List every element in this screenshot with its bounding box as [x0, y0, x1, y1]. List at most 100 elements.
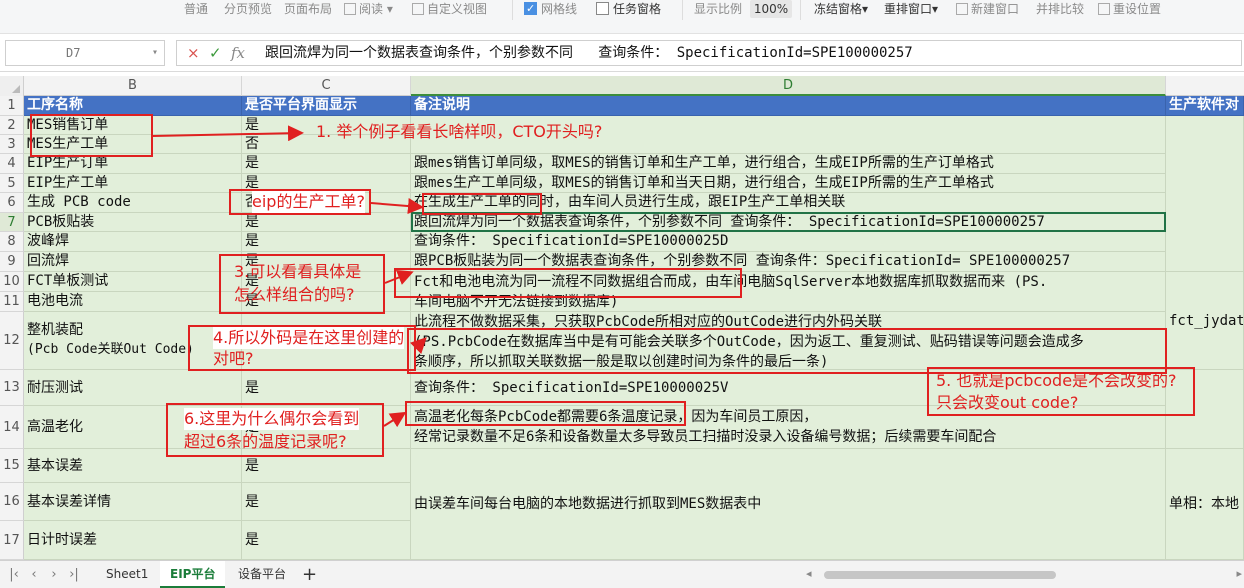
chevron-down-icon[interactable]: ▾	[152, 41, 158, 65]
confirm-edit-icon[interactable]: ✓	[209, 41, 222, 65]
cell-e10[interactable]: fct_jydata	[1166, 272, 1244, 370]
row-header[interactable]: 2	[0, 116, 24, 135]
cell-b3[interactable]: MES生产工单	[24, 135, 242, 154]
row-header[interactable]: 5	[0, 174, 24, 193]
cell-b17[interactable]: 日计时误差	[24, 521, 242, 560]
cancel-edit-icon[interactable]: ×	[187, 41, 200, 65]
cell-b13[interactable]: 耐压测试	[24, 370, 242, 406]
cell-b11[interactable]: 电池电流	[24, 292, 242, 312]
formula-input-area[interactable]: × ✓ fx 跟回流焊为同一个数据表查询条件，个别参数不同 查询条件： Spec…	[176, 40, 1242, 66]
page-layout-button[interactable]: 页面布局	[284, 0, 332, 18]
custom-view-button[interactable]: 自定义视图	[412, 0, 487, 18]
horizontal-scrollbar[interactable]: ◂ ▸	[806, 567, 1242, 583]
cell-c4[interactable]: 是	[242, 154, 411, 174]
last-sheet-icon[interactable]: ›|	[66, 566, 82, 584]
cell-header-production-software[interactable]: 生产软件对	[1166, 96, 1244, 116]
first-sheet-icon[interactable]: |‹	[6, 566, 22, 584]
row-header-selected[interactable]: 7	[0, 213, 24, 232]
cell-b8[interactable]: 波峰焊	[24, 232, 242, 252]
row-header[interactable]: 12	[0, 312, 24, 370]
row-header[interactable]: 3	[0, 135, 24, 154]
cell-b4[interactable]: EIP生产订单	[24, 154, 242, 174]
tab-equipment-platform[interactable]: 设备平台	[228, 561, 296, 588]
toolbar-separator	[682, 0, 683, 20]
reset-position-button[interactable]: 重设位置	[1098, 0, 1161, 18]
row-header[interactable]: 4	[0, 154, 24, 174]
row-header[interactable]: 11	[0, 292, 24, 312]
cell-c15[interactable]: 是	[242, 449, 411, 483]
next-sheet-icon[interactable]: ›	[46, 566, 62, 584]
cell-d6[interactable]: 在生成生产工单的同时，由车间人员进行生成，跟EIP生产工单相关联	[411, 193, 1166, 213]
row-header[interactable]: 15	[0, 449, 24, 483]
cell-header-remarks[interactable]: 备注说明	[411, 96, 1166, 116]
scroll-right-icon[interactable]: ▸	[1236, 567, 1242, 580]
row-header[interactable]: 8	[0, 232, 24, 252]
cell-d12[interactable]: 此流程不做数据采集，只获取PcbCode所相对应的OutCode进行内外码关联 …	[411, 312, 1166, 370]
scrollbar-thumb[interactable]	[824, 571, 1056, 579]
cell-b15[interactable]: 基本误差	[24, 449, 242, 483]
side-by-side-button[interactable]: 并排比较	[1036, 0, 1084, 18]
column-header-e[interactable]	[1166, 76, 1244, 96]
task-pane-toggle[interactable]: 任务窗格	[596, 0, 661, 18]
gridlines-toggle[interactable]: 网格线	[524, 0, 577, 18]
scroll-left-icon[interactable]: ◂	[806, 567, 812, 580]
cell-c13[interactable]: 是	[242, 370, 411, 406]
name-box[interactable]: D7 ▾	[5, 40, 165, 66]
spreadsheet-grid[interactable]: B C D 1 2 3 4 5 6 7 8 9 10 11 12 13 14 1…	[0, 76, 1244, 560]
tab-eip-platform[interactable]: EIP平台	[160, 561, 226, 588]
tab-sheet1[interactable]: Sheet1	[96, 561, 158, 588]
cell-d9[interactable]: 跟PCB板贴装为同一个数据表查询条件，个别参数不同 查询条件：Specifica…	[411, 252, 1166, 272]
cell-b12[interactable]: 整机装配 (Pcb Code关联Out Code)	[24, 312, 242, 370]
cell-b5[interactable]: EIP生产工单	[24, 174, 242, 193]
cell-d10-d11[interactable]: Fct和电池电流为同一流程不同数据组合而成，由车间电脑SqlServer本地数据…	[411, 272, 1166, 312]
sheet-tab-bar: |‹ ‹ › ›| Sheet1 EIP平台 设备平台 + ◂ ▸	[0, 560, 1244, 588]
cell-d7[interactable]: 跟回流焊为同一个数据表查询条件，个别参数不同 查询条件： Specificati…	[411, 213, 1166, 232]
cell-d8[interactable]: 查询条件： SpecificationId=SPE10000025D	[411, 232, 1166, 252]
zoom-level[interactable]: 100%	[750, 0, 792, 18]
normal-view-button[interactable]: 普通	[184, 0, 208, 18]
cell-b9[interactable]: 回流焊	[24, 252, 242, 272]
cell-d5[interactable]: 跟mes生产工单同级，取MES的销售订单和当天日期，进行组合，生成EIP所需的生…	[411, 174, 1166, 193]
cell-e2-e9[interactable]	[1166, 116, 1244, 272]
row-header[interactable]: 14	[0, 406, 24, 449]
row-header[interactable]: 1	[0, 96, 24, 116]
arrange-windows-button[interactable]: 重排窗口▾	[884, 0, 938, 18]
cell-header-process-name[interactable]: 工序名称	[24, 96, 242, 116]
cell-c16[interactable]: 是	[242, 483, 411, 521]
cell-b7[interactable]: PCB板贴装	[24, 213, 242, 232]
cell-b6[interactable]: 生成 PCB code	[24, 193, 242, 213]
row-header[interactable]: 17	[0, 521, 24, 560]
row-header[interactable]: 9	[0, 252, 24, 272]
new-window-icon	[956, 3, 968, 15]
select-all-corner[interactable]	[0, 76, 24, 96]
row-header[interactable]: 13	[0, 370, 24, 406]
page-break-preview-button[interactable]: 分页预览	[224, 0, 272, 18]
new-window-button[interactable]: 新建窗口	[956, 0, 1019, 18]
row-header[interactable]: 6	[0, 193, 24, 213]
row-header[interactable]: 16	[0, 483, 24, 521]
cell-c8[interactable]: 是	[242, 232, 411, 252]
add-sheet-button[interactable]: +	[302, 564, 317, 586]
formula-content[interactable]: 跟回流焊为同一个数据表查询条件，个别参数不同 查询条件： Specificati…	[265, 41, 913, 65]
cell-e15-e17[interactable]: 单相：本地	[1166, 449, 1244, 560]
cell-b16[interactable]: 基本误差详情	[24, 483, 242, 521]
row-header[interactable]: 10	[0, 272, 24, 292]
column-header-c[interactable]: C	[242, 76, 411, 96]
cell-c7[interactable]: 是	[242, 213, 411, 232]
prev-sheet-icon[interactable]: ‹	[26, 566, 42, 584]
task-pane-checkbox[interactable]	[596, 2, 609, 15]
column-header-d[interactable]: D	[411, 76, 1166, 96]
cell-b2[interactable]: MES销售订单	[24, 116, 242, 135]
column-header-b[interactable]: B	[24, 76, 242, 96]
reading-mode-button[interactable]: 阅读 ▾	[344, 0, 393, 18]
cell-header-platform-display[interactable]: 是否平台界面显示	[242, 96, 411, 116]
insert-function-icon[interactable]: fx	[231, 41, 245, 65]
freeze-panes-button[interactable]: 冻结窗格▾	[814, 0, 868, 18]
gridlines-checkbox[interactable]	[524, 0, 537, 18]
cell-d15-d17[interactable]: 由误差车间每台电脑的本地数据进行抓取到MES数据表中	[411, 449, 1166, 560]
cell-d4[interactable]: 跟mes销售订单同级，取MES的销售订单和生产工单，进行组合，生成EIP所需的生…	[411, 154, 1166, 174]
cell-e13-e14[interactable]	[1166, 370, 1244, 449]
cell-b10[interactable]: FCT单板测试	[24, 272, 242, 292]
cell-c17[interactable]: 是	[242, 521, 411, 560]
cell-b12-line1: 整机装配	[27, 322, 83, 338]
